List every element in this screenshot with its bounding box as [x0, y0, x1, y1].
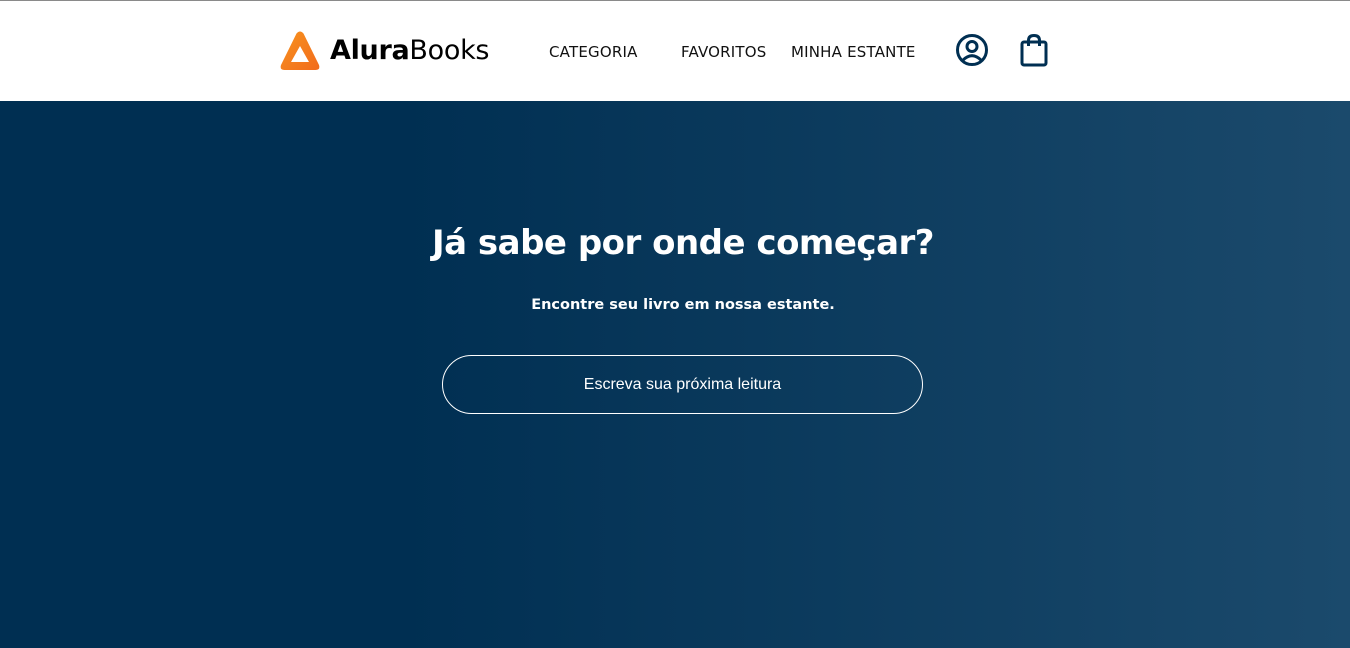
triangle-logo-icon — [280, 31, 320, 70]
brand-name-bold: Alura — [330, 35, 410, 66]
user-account-button[interactable] — [954, 32, 990, 68]
shopping-bag-button[interactable] — [1016, 32, 1052, 68]
search-input[interactable] — [442, 355, 923, 414]
brand-name-regular: Books — [409, 35, 490, 66]
nav-minha-estante[interactable]: MINHA ESTANTE — [791, 39, 916, 65]
hero-section: Já sabe por onde começar? Encontre seu l… — [0, 101, 1350, 648]
hero-subtitle: Encontre seu livro em nossa estante. — [531, 297, 835, 313]
user-circle-icon — [956, 34, 988, 66]
logo-link[interactable]: AluraBooks — [279, 30, 489, 72]
nav-categoria[interactable]: CATEGORIA — [549, 39, 638, 65]
site-header: AluraBooks CATEGORIA FAVORITOS MINHA EST… — [0, 1, 1350, 101]
hero-title: Já sabe por onde começar? — [431, 223, 935, 263]
shopping-bag-icon — [1020, 33, 1048, 67]
nav-favoritos[interactable]: FAVORITOS — [681, 39, 767, 65]
brand-name: AluraBooks — [330, 30, 489, 72]
